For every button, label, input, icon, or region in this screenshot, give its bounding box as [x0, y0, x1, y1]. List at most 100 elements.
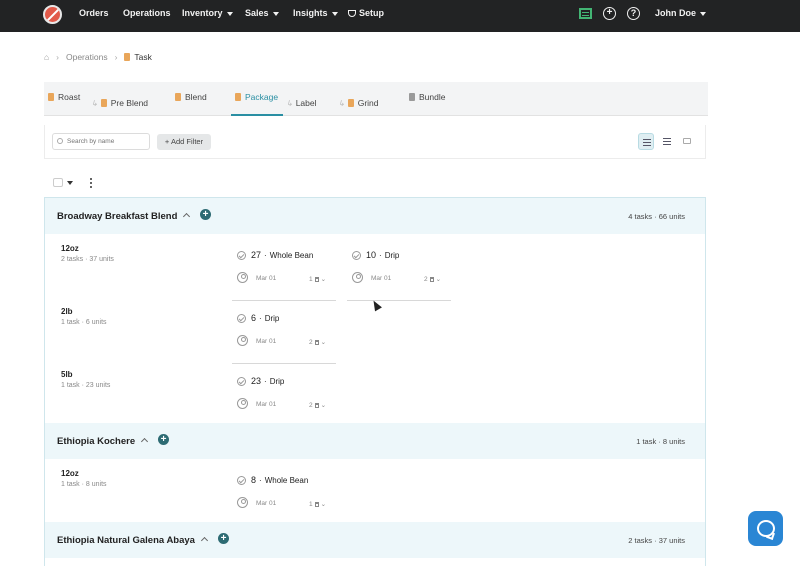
task-card[interactable]: 23 · Drip Mar 01 2 ⌄: [232, 375, 336, 427]
task-card[interactable]: 6 · Drip Mar 01 2 ⌄: [232, 312, 336, 364]
box-icon: [409, 93, 415, 101]
task-date: Mar 01: [371, 275, 392, 282]
task-date: Mar 01: [256, 275, 277, 282]
nav-sales[interactable]: Sales: [245, 8, 279, 18]
user-avatar-icon[interactable]: [237, 272, 248, 283]
nav-setup[interactable]: Setup: [348, 8, 384, 18]
stage-tab-bar: Roast ↳ Pre Blend Blend Package ↳ Label ↳ G…: [44, 82, 708, 116]
check-circle-icon[interactable]: [237, 251, 246, 260]
task-count[interactable]: 2 ⌄: [309, 401, 326, 409]
nav-operations[interactable]: Operations: [123, 8, 171, 18]
user-avatar-icon[interactable]: [237, 335, 248, 346]
tab-grind[interactable]: ↳ Grind: [338, 98, 379, 108]
search-icon: [57, 138, 63, 144]
task-date: Mar 01: [256, 401, 277, 408]
chat-support-button[interactable]: [748, 511, 783, 546]
nav-insights[interactable]: Insights: [293, 8, 338, 18]
add-task-button[interactable]: +: [200, 209, 211, 220]
production-grid-icon[interactable]: [579, 8, 592, 19]
task-groups-panel: Broadway Breakfast Blend + 4 tasks · 66 …: [44, 197, 706, 566]
tab-bundle[interactable]: Bundle: [409, 92, 445, 102]
clipboard-icon: [429, 277, 434, 282]
row-size: 12oz: [61, 469, 79, 478]
sub-arrow-icon: ↳: [338, 99, 345, 108]
group-summary: 1 task · 8 units: [636, 437, 685, 446]
chevron-down-icon: [700, 11, 707, 16]
task-count[interactable]: 2 ⌄: [424, 275, 441, 283]
breadcrumb: ⌂ › Operations › Task: [44, 52, 152, 62]
tag-icon: [124, 53, 131, 61]
task-card[interactable]: 27 · Whole Bean Mar 01 1 ⌄: [232, 249, 336, 301]
task-card[interactable]: 8 · Whole Bean Mar 01 1 ⌄: [232, 474, 336, 526]
row-summary: 2 tasks · 37 units: [61, 256, 114, 263]
detailed-list-view-button[interactable]: [638, 133, 654, 150]
group-title: Broadway Breakfast Blend: [57, 211, 191, 222]
tab-pre-blend[interactable]: ↳ Pre Blend: [91, 98, 148, 108]
active-tab-indicator: [231, 114, 283, 116]
check-circle-icon[interactable]: [352, 251, 361, 260]
clipboard-icon: [314, 403, 319, 408]
row-summary: 1 task · 23 units: [61, 382, 111, 389]
list-icon: [663, 138, 671, 139]
printer-icon: [683, 138, 691, 144]
nav-orders[interactable]: Orders: [79, 8, 109, 18]
user-avatar-icon[interactable]: [237, 497, 248, 508]
row-summary: 1 task · 8 units: [61, 481, 107, 488]
chevron-down-icon: [226, 11, 233, 16]
group-title: Ethiopia Kochere: [57, 436, 149, 447]
group-header[interactable]: Ethiopia Kochere + 1 task · 8 units: [45, 423, 705, 459]
sub-arrow-icon: ↳: [286, 99, 293, 108]
breadcrumb-operations[interactable]: Operations: [66, 52, 108, 62]
task-title: 27 · Whole Bean: [251, 250, 314, 260]
row-size: 5lb: [61, 370, 73, 379]
clipboard-icon: [314, 502, 319, 507]
tab-blend[interactable]: Blend: [175, 92, 207, 102]
search-input[interactable]: [52, 133, 150, 150]
user-avatar-icon[interactable]: [352, 272, 363, 283]
add-filter-button[interactable]: + Add Filter: [157, 134, 211, 150]
chevron-up-icon[interactable]: [200, 536, 209, 545]
clipboard-icon: [314, 277, 319, 282]
chevron-down-icon: [272, 11, 279, 16]
check-circle-icon[interactable]: [237, 314, 246, 323]
task-count[interactable]: 1 ⌄: [309, 500, 326, 508]
help-circle-icon[interactable]: ?: [627, 7, 640, 20]
trophy-icon: [348, 10, 356, 17]
add-task-button[interactable]: +: [158, 434, 169, 445]
user-menu[interactable]: John Doe: [655, 8, 707, 18]
add-task-button[interactable]: +: [218, 533, 229, 544]
user-avatar-icon[interactable]: [237, 398, 248, 409]
task-title: 23 · Drip: [251, 376, 285, 386]
select-all-checkbox[interactable]: [53, 178, 63, 187]
chevron-up-icon[interactable]: [141, 437, 149, 446]
print-button[interactable]: [679, 133, 695, 150]
breadcrumb-separator: ›: [114, 52, 118, 62]
chevron-up-icon[interactable]: [183, 212, 191, 221]
group-title: Ethiopia Natural Galena Abaya: [57, 535, 209, 546]
logo-icon[interactable]: [43, 5, 62, 24]
nav-inventory[interactable]: Inventory: [182, 8, 233, 18]
task-card[interactable]: 10 · Drip Mar 01 2 ⌄: [347, 249, 451, 301]
group-summary: 2 tasks · 37 units: [628, 536, 685, 545]
group-summary: 4 tasks · 66 units: [628, 212, 685, 221]
task-count[interactable]: 1 ⌄: [309, 275, 326, 283]
tag-icon: [175, 93, 181, 101]
group-header[interactable]: Broadway Breakfast Blend + 4 tasks · 66 …: [45, 198, 705, 234]
top-nav: Orders Operations Inventory Sales Insigh…: [0, 0, 800, 32]
task-count[interactable]: 2 ⌄: [309, 338, 326, 346]
tag-icon: [48, 93, 54, 101]
check-circle-icon[interactable]: [237, 377, 246, 386]
tab-roast[interactable]: Roast: [48, 92, 80, 102]
tab-label[interactable]: ↳ Label: [286, 98, 317, 108]
tab-package[interactable]: Package: [235, 92, 278, 102]
more-actions-icon[interactable]: [90, 178, 93, 188]
group-header[interactable]: Ethiopia Natural Galena Abaya + 2 tasks …: [45, 522, 705, 558]
row-size: 12oz: [61, 244, 79, 253]
add-circle-icon[interactable]: +: [603, 7, 616, 20]
list-detail-icon: [643, 139, 651, 140]
compact-list-view-button[interactable]: [659, 133, 675, 150]
home-icon[interactable]: ⌂: [44, 52, 49, 62]
check-circle-icon[interactable]: [237, 476, 246, 485]
chevron-down-icon[interactable]: [67, 181, 73, 185]
breadcrumb-current: Task: [124, 52, 152, 62]
